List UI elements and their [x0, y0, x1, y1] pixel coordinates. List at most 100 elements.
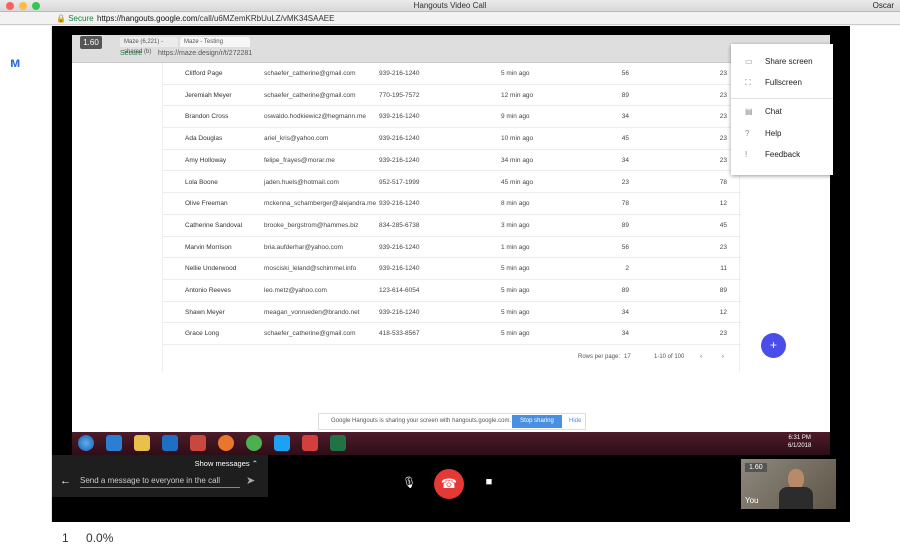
cell-value: 11: [720, 265, 727, 273]
firefox-icon[interactable]: [218, 435, 234, 451]
cell-time: 5 min ago: [501, 308, 530, 316]
menu-item-chat[interactable]: ▤ Chat: [731, 102, 833, 122]
background-stat: 1 0.0%: [62, 531, 127, 545]
microphone-icon[interactable]: 🎙: [402, 476, 416, 492]
camera-icon[interactable]: ■: [481, 476, 497, 492]
cell-value: 78: [621, 200, 629, 208]
cell-value: 56: [621, 70, 629, 77]
windows-taskbar: 6:31 PM 6/1/2018: [72, 432, 830, 455]
ie-icon[interactable]: [106, 435, 122, 451]
table-row[interactable]: Shawn Meyer meagan_vonrueden@brando.net 93…: [163, 302, 741, 324]
menu-item-share-screen[interactable]: ▭ Share screen: [731, 52, 833, 72]
menu-item-fullscreen[interactable]: ⛶ Fullscreen: [731, 73, 833, 93]
cell-name: Nellie Underwood: [185, 265, 237, 273]
table-row[interactable]: Clifford Page schaefer_catherine@gmail.co…: [163, 63, 741, 85]
table-row[interactable]: Nellie Underwood mosciski_leland@schimmel…: [163, 258, 741, 280]
shared-screen: Maze (6,221) - shared (b) Maze - Testing…: [72, 35, 830, 455]
cell-email: leo.metz@yahoo.com: [264, 287, 327, 294]
media-icon[interactable]: [302, 435, 318, 451]
show-messages-button[interactable]: Show messages ⌃: [195, 459, 258, 468]
zoom-badge: 1.60: [80, 36, 102, 49]
table-row[interactable]: Ada Douglas ariel_kris@yahoo.com 939-216-1…: [163, 128, 741, 150]
shared-tab: Maze - Testing: [180, 37, 250, 47]
cell-email: bria.aufderhar@yahoo.com: [264, 243, 343, 251]
table-row[interactable]: Amy Holloway felipe_frayes@morar.me 939-21…: [163, 150, 741, 172]
cell-value: 89: [621, 287, 629, 294]
menu-item-help[interactable]: ? Help: [731, 124, 833, 144]
shared-tab: Maze (6,221) - shared (b): [120, 37, 178, 55]
cell-name: Amy Holloway: [185, 156, 227, 164]
table-row[interactable]: Lola Boone jaden.huels@hotmail.com 952-517…: [163, 172, 741, 194]
page-range: 1-10 of 100: [654, 354, 685, 360]
cell-value: 23: [719, 135, 727, 143]
cell-time: 45 min ago: [501, 178, 534, 186]
cell-time: 5 min ago: [501, 330, 530, 338]
feedback-icon: !: [745, 150, 748, 159]
secure-label: 🔒 Secure: [56, 14, 94, 23]
send-icon[interactable]: ➤: [246, 474, 255, 487]
chat-icon: ▤: [745, 107, 753, 116]
participant-body: [779, 487, 813, 509]
menu-divider: [731, 98, 833, 99]
cell-value: 45: [719, 221, 727, 229]
rows-per-page-label: Rows per page:: [578, 354, 621, 360]
prev-page-icon[interactable]: ‹: [700, 354, 702, 360]
cell-time: 34 min ago: [501, 156, 534, 164]
table-row[interactable]: Olive Freeman mckenna_schamberger@alejand…: [163, 193, 741, 215]
table-row[interactable]: Catherine Sandoval brooke_bergstrom@hamme…: [163, 215, 741, 237]
url-text[interactable]: https://hangouts.google.com/call/u6MZemK…: [97, 12, 334, 25]
stat-count: 1: [62, 531, 69, 545]
maze-logo-icon: ᴍ: [10, 54, 21, 70]
cell-name: Catherine Sandoval: [185, 221, 243, 229]
app-icon[interactable]: [190, 435, 206, 451]
cell-phone: 939-216-1240: [379, 243, 420, 251]
table-row[interactable]: Brandon Cross oswaldo.hodkiewicz@hegmann.…: [163, 106, 741, 129]
cell-name: Shawn Meyer: [185, 308, 225, 316]
start-icon[interactable]: [78, 435, 94, 451]
excel-icon[interactable]: [330, 435, 346, 451]
cell-phone: 939-216-1240: [379, 70, 420, 77]
table-row[interactable]: Marvin Morrison bria.aufderhar@yahoo.com 9…: [163, 237, 741, 259]
hang-up-button[interactable]: ☎: [434, 469, 464, 499]
skype-icon[interactable]: [274, 435, 290, 451]
message-input[interactable]: Send a message to everyone in the call: [80, 474, 240, 488]
folder-icon[interactable]: [134, 435, 150, 451]
chat-panel: Show messages ⌃ ← Send a message to ever…: [52, 455, 268, 497]
stat-percent: 0.0%: [86, 531, 114, 545]
cell-name: Lola Boone: [185, 178, 218, 186]
table-row[interactable]: Antonio Reeves leo.metz@yahoo.com 123-614-…: [163, 280, 741, 302]
table-pager: Rows per page: 17 1-10 of 100 ‹ ›: [162, 346, 740, 372]
stop-sharing-button[interactable]: Stop sharing: [512, 415, 562, 428]
cell-email: meagan_vonrueden@brando.net: [264, 308, 360, 316]
chrome-icon[interactable]: [246, 435, 262, 451]
hide-notice-button[interactable]: Hide: [569, 414, 581, 429]
cell-email: schaefer_catherine@gmail.com: [264, 330, 356, 338]
cell-phone: 418-533-8567: [379, 330, 420, 338]
cell-value: 23: [719, 113, 727, 121]
cell-email: jaden.huels@hotmail.com: [264, 178, 339, 186]
cell-time: 5 min ago: [501, 265, 530, 273]
window-titlebar: Hangouts Video Call Oscar: [0, 0, 900, 12]
cell-value: 89: [719, 287, 727, 294]
add-button[interactable]: +: [761, 333, 786, 358]
user-name[interactable]: Oscar: [873, 0, 894, 12]
outlook-icon[interactable]: [162, 435, 178, 451]
back-arrow-icon[interactable]: ←: [60, 475, 71, 487]
cell-email: brooke_bergstrom@hammes.biz: [264, 221, 359, 229]
rows-per-page-select[interactable]: 17: [624, 354, 631, 360]
cell-value: 34: [621, 330, 629, 338]
cell-value: 78: [719, 178, 727, 186]
address-bar[interactable]: 🔒 Secure https://hangouts.google.com/cal…: [0, 12, 900, 25]
cell-time: 5 min ago: [501, 70, 530, 77]
table-row[interactable]: Grace Long schaefer_catherine@gmail.com 41…: [163, 323, 741, 346]
next-page-icon[interactable]: ›: [722, 354, 724, 360]
cell-phone: 939-216-1240: [379, 156, 420, 164]
menu-item-feedback[interactable]: ! Feedback: [731, 145, 833, 165]
cell-time: 5 min ago: [501, 287, 530, 294]
self-view-video[interactable]: 1.60 You: [741, 459, 836, 509]
cell-name: Clifford Page: [185, 70, 223, 77]
table-row[interactable]: Jeremiah Meyer schaefer_catherine@gmail.c…: [163, 85, 741, 107]
cell-value: 23: [719, 70, 727, 77]
cell-value: 89: [621, 221, 629, 229]
cell-value: 45: [621, 135, 629, 143]
